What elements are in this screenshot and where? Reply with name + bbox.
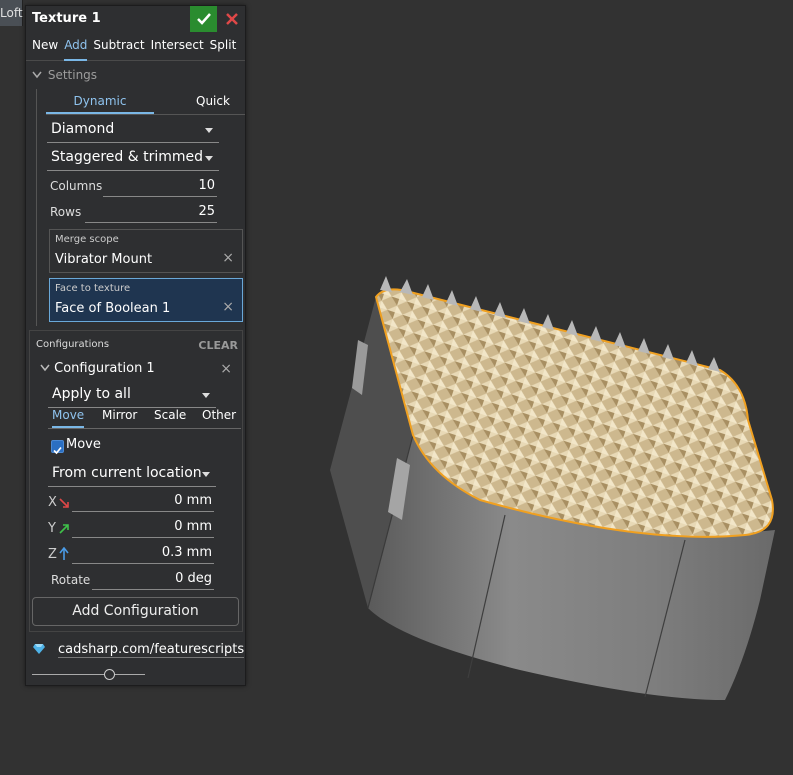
y-value: 0 mm <box>174 519 212 534</box>
tab-scale[interactable]: Scale <box>154 408 186 422</box>
y-input[interactable]: 0 mm <box>72 517 214 538</box>
mode-tabs: Dynamic Quick <box>46 90 245 115</box>
rows-input[interactable]: 25 <box>85 202 217 223</box>
layout-dropdown[interactable]: Staggered & trimmed <box>47 146 219 171</box>
columns-label: Columns <box>50 179 103 193</box>
tab-mirror[interactable]: Mirror <box>102 408 137 422</box>
transform-tabs: Move Mirror Scale Other <box>48 404 241 429</box>
cancel-button[interactable] <box>222 9 242 29</box>
face-to-texture-value: Face of Boolean 1 <box>55 301 171 316</box>
face-to-texture-field[interactable]: Face to texture Face of Boolean 1 × <box>49 278 243 322</box>
chevron-down-icon <box>40 364 50 372</box>
dropdown-arrow-icon <box>202 393 210 398</box>
tab-intersect[interactable]: Intersect <box>151 34 204 59</box>
merge-scope-value: Vibrator Mount <box>55 252 153 267</box>
chevron-down-icon <box>32 68 44 82</box>
tab-other[interactable]: Other <box>202 408 236 422</box>
columns-input[interactable]: 10 <box>103 176 217 197</box>
settings-label: Settings <box>47 68 98 82</box>
operation-tabs: New Add Subtract Intersect Split <box>26 34 245 61</box>
merge-scope-label: Merge scope <box>55 234 119 245</box>
y-axis-arrow-icon <box>59 524 69 534</box>
tab-dynamic[interactable]: Dynamic <box>46 94 154 114</box>
face-to-texture-label: Face to texture <box>55 283 131 294</box>
tab-add[interactable]: Add <box>64 34 88 61</box>
z-value: 0.3 mm <box>161 545 212 560</box>
rotate-label: Rotate <box>51 573 91 587</box>
check-icon <box>53 446 62 455</box>
x-axis-arrow-icon <box>59 498 69 508</box>
pattern-value: Diamond <box>51 121 115 137</box>
rows-label: Rows <box>50 205 82 219</box>
apply-value: Apply to all <box>52 386 131 402</box>
x-label: X <box>48 495 57 510</box>
configuration-title: Configuration 1 <box>54 361 155 376</box>
move-checkbox-label: Move <box>66 437 101 452</box>
tab-move[interactable]: Move <box>52 408 85 428</box>
dropdown-arrow-icon <box>205 128 213 133</box>
rotate-value: 0 deg <box>175 571 212 586</box>
cadsharp-link[interactable]: cadsharp.com/featurescripts <box>58 642 244 658</box>
diamond-gem-icon <box>33 644 45 654</box>
z-input[interactable]: 0.3 mm <box>72 543 214 564</box>
tab-new[interactable]: New <box>32 34 58 59</box>
settings-section-toggle[interactable]: Settings <box>32 68 97 82</box>
location-value: From current location <box>52 465 202 481</box>
check-icon <box>196 13 211 25</box>
configurations-section: Configurations CLEAR Configuration 1 × A… <box>29 330 243 632</box>
configuration-toggle[interactable]: Configuration 1 <box>40 361 155 376</box>
add-configuration-button[interactable]: Add Configuration <box>32 597 239 626</box>
move-checkbox[interactable] <box>51 440 64 455</box>
clear-merge-scope-icon[interactable]: × <box>222 250 234 266</box>
configurations-header: Configurations <box>36 339 110 350</box>
tab-subtract[interactable]: Subtract <box>93 34 144 59</box>
z-label: Z <box>48 547 57 562</box>
rows-value: 25 <box>198 204 215 219</box>
dropdown-arrow-icon <box>202 472 210 477</box>
x-input[interactable]: 0 mm <box>72 491 214 512</box>
accept-button[interactable] <box>190 6 217 32</box>
y-label: Y <box>48 521 56 536</box>
clear-configurations-button[interactable]: CLEAR <box>198 339 238 352</box>
z-axis-arrow-icon <box>59 547 69 560</box>
location-dropdown[interactable]: From current location <box>48 462 216 487</box>
pattern-dropdown[interactable]: Diamond <box>47 118 219 143</box>
texture-feature-dialog: Texture 1 New Add Subtract Intersect Spl… <box>25 5 246 686</box>
columns-value: 10 <box>198 178 215 193</box>
close-icon <box>226 13 238 25</box>
dialog-titlebar: Texture 1 <box>26 6 245 32</box>
remove-configuration-icon[interactable]: × <box>220 361 232 377</box>
tab-split[interactable]: Split <box>210 34 237 59</box>
opacity-slider-handle[interactable] <box>104 669 115 680</box>
merge-scope-field[interactable]: Merge scope Vibrator Mount × <box>49 229 243 273</box>
section-indent-line <box>36 89 37 326</box>
clear-face-icon[interactable]: × <box>222 299 234 315</box>
dialog-title: Texture 1 <box>32 11 101 26</box>
layout-value: Staggered & trimmed <box>51 149 204 165</box>
rotate-input[interactable]: 0 deg <box>92 569 214 590</box>
loft-feature-tab[interactable]: Loft <box>0 0 23 26</box>
tab-quick[interactable]: Quick <box>196 94 230 108</box>
dropdown-arrow-icon <box>205 156 213 161</box>
opacity-slider-track[interactable] <box>32 674 145 675</box>
x-value: 0 mm <box>174 493 212 508</box>
